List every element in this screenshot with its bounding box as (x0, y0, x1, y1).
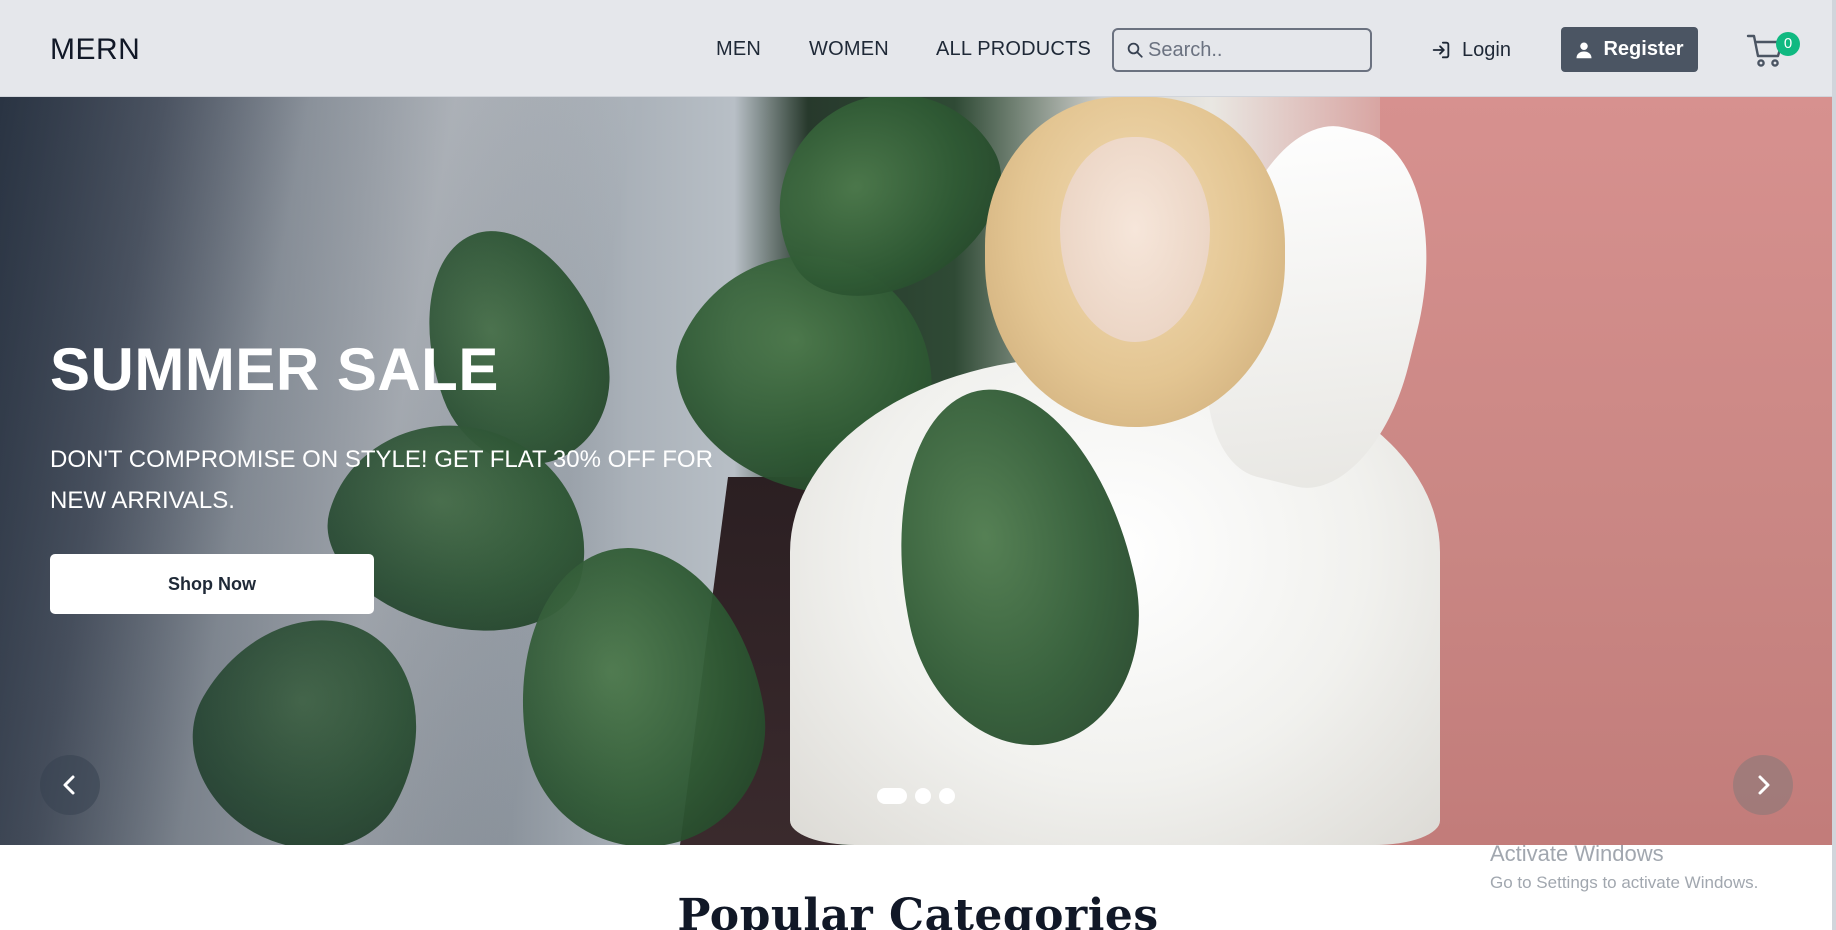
navbar: MERN MEN WOMEN ALL PRODUCTS Login Regist… (0, 0, 1836, 97)
shop-now-button[interactable]: Shop Now (50, 554, 374, 614)
search-input[interactable] (1148, 30, 1368, 70)
activate-windows-subtitle: Go to Settings to activate Windows. (1490, 873, 1759, 892)
window-edge (1832, 0, 1836, 930)
login-label: Login (1462, 38, 1511, 61)
user-icon (1576, 42, 1592, 58)
carousel-next-button[interactable] (1733, 755, 1793, 815)
chevron-left-icon (63, 775, 75, 795)
carousel-dot-2[interactable] (915, 788, 931, 804)
carousel-prev-button[interactable] (40, 755, 100, 815)
hero-subtitle: DON'T COMPROMISE ON STYLE! GET FLAT 30% … (50, 446, 713, 514)
login-arrow-icon (1432, 41, 1450, 59)
hero-title: SUMMER SALE (50, 336, 499, 403)
nav-link-women[interactable]: WOMEN (809, 38, 889, 61)
hero-image-wall (1380, 97, 1836, 845)
hero-carousel: SUMMER SALE DON'T COMPROMISE ON STYLE! G… (0, 97, 1836, 845)
brand-logo[interactable]: MERN (50, 33, 140, 67)
activate-windows-title: Activate Windows (1490, 841, 1664, 866)
register-button[interactable]: Register (1561, 27, 1698, 72)
chevron-right-icon (1758, 775, 1770, 795)
carousel-indicators (877, 788, 955, 804)
activate-windows-watermark: Activate Windows Go to Settings to activ… (1490, 841, 1758, 893)
search-icon (1127, 42, 1143, 58)
carousel-dot-3[interactable] (939, 788, 955, 804)
register-label: Register (1603, 38, 1684, 60)
search-box[interactable] (1112, 28, 1372, 72)
nav-link-men[interactable]: MEN (716, 38, 761, 61)
login-button[interactable]: Login (1430, 34, 1511, 66)
cart-count-badge: 0 (1776, 32, 1800, 56)
cart-button[interactable]: 0 (1746, 30, 1800, 70)
section-title-popular-categories: Popular Categories (677, 890, 1159, 930)
carousel-dot-1[interactable] (877, 788, 907, 804)
nav-link-all-products[interactable]: ALL PRODUCTS (936, 38, 1091, 61)
